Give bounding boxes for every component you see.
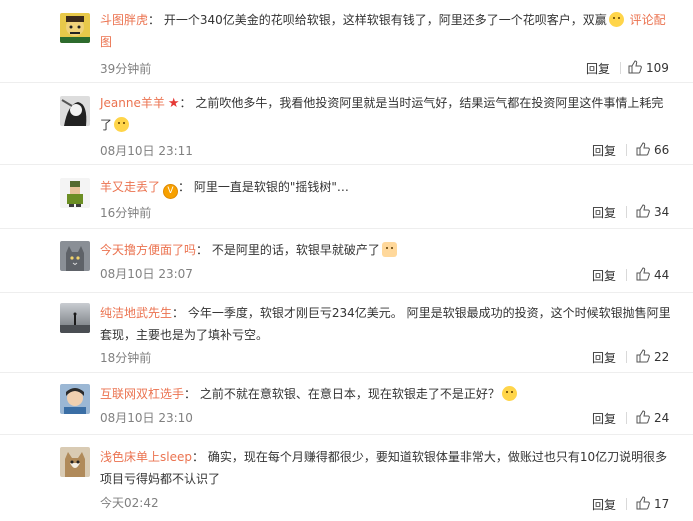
divider	[620, 62, 621, 74]
reply-button[interactable]: 回复	[592, 267, 616, 284]
like-button[interactable]: 66	[636, 142, 669, 157]
comment-time: 今天02:42	[100, 496, 159, 510]
avatar[interactable]	[60, 447, 90, 477]
like-count: 22	[654, 350, 670, 364]
avatar[interactable]	[60, 384, 90, 414]
comment-text: 阿里一直是软银的"摇钱树"…	[193, 180, 349, 194]
comment-item: Jeanne羊羊 ★： 之前吹他多牛，我看他投资阿里就是当时运气好，结果运气都在投…	[0, 83, 693, 165]
username-link[interactable]: 羊又走丢了	[100, 180, 160, 194]
reply-button[interactable]: 回复	[592, 349, 616, 366]
comment-item: 纯洁地武先生： 今年一季度，软银才刚巨亏234亿美元。 阿里是软银最成功的投资，…	[0, 293, 693, 373]
username-link[interactable]: 今天撸方便面了吗	[100, 243, 196, 257]
like-button[interactable]: 109	[628, 60, 669, 75]
avatar[interactable]	[60, 241, 90, 271]
comment-item: 羊又走丢了 V： 阿里一直是软银的"摇钱树"… 16分钟前 回复 34	[0, 165, 693, 229]
laugh-emoji-icon	[608, 12, 624, 27]
avatar[interactable]	[60, 96, 90, 126]
comment-time: 08月10日 23:07	[100, 267, 193, 281]
like-button[interactable]: 44	[636, 267, 669, 282]
reply-button[interactable]: 回复	[592, 410, 616, 427]
comment-content: 互联网双杠选手： 之前不就在意软银、在意日本，现在软银走了不是正好？	[100, 383, 673, 405]
like-count: 17	[654, 497, 670, 511]
comment-text: 不是阿里的话，软银早就破产了	[211, 243, 380, 257]
comment-content: 斗图胖虎： 开一个340亿美金的花呗给软银，这样软银有钱了，阿里还多了一个花呗客…	[100, 12, 666, 49]
username-link[interactable]: 纯洁地武先生	[100, 306, 172, 320]
like-button[interactable]: 17	[636, 496, 669, 511]
avatar[interactable]	[60, 178, 90, 208]
divider	[626, 498, 627, 510]
username-link[interactable]: Jeanne羊羊	[100, 96, 165, 110]
divider	[626, 206, 627, 218]
thumbs-up-icon	[636, 496, 650, 510]
fox-emoji-icon	[381, 242, 397, 257]
thumbs-up-icon	[636, 410, 650, 424]
star-badge-icon: ★	[167, 96, 180, 111]
divider	[626, 269, 627, 281]
thumbs-up-icon	[636, 267, 650, 281]
comment-time: 08月10日 23:10	[100, 411, 193, 425]
like-count: 34	[654, 205, 670, 219]
comment-list: 斗图胖虎： 开一个340亿美金的花呗给软银，这样软银有钱了，阿里还多了一个花呗客…	[0, 0, 693, 521]
like-count: 66	[654, 143, 670, 157]
comment-content: 今天撸方便面了吗： 不是阿里的话，软银早就破产了	[100, 239, 673, 261]
avatar[interactable]	[60, 13, 90, 43]
comment-text: 开一个340亿美金的花呗给软银，这样软银有钱了，阿里还多了一个花呗客户，双赢	[163, 13, 607, 27]
comment-content: 羊又走丢了 V： 阿里一直是软银的"摇钱树"…	[100, 176, 673, 199]
comment-item: 斗图胖虎： 开一个340亿美金的花呗给软银，这样软银有钱了，阿里还多了一个花呗客…	[0, 0, 693, 83]
comment-item: 今天撸方便面了吗： 不是阿里的话，软银早就破产了 08月10日 23:07 回复…	[0, 229, 693, 293]
like-button[interactable]: 22	[636, 349, 669, 364]
like-count: 24	[654, 411, 670, 425]
comment-content: 纯洁地武先生： 今年一季度，软银才刚巨亏234亿美元。 阿里是软银最成功的投资，…	[100, 306, 671, 342]
comment-content: Jeanne羊羊 ★： 之前吹他多牛，我看他投资阿里就是当时运气好，结果运气都在投…	[100, 96, 664, 132]
reply-button[interactable]: 回复	[586, 60, 610, 77]
thumbs-up-icon	[628, 60, 642, 74]
avatar[interactable]	[60, 303, 90, 333]
username-link[interactable]: 浅色床单上sleep	[100, 450, 192, 464]
reply-button[interactable]: 回复	[592, 142, 616, 159]
thumbs-up-icon	[636, 142, 650, 156]
reply-button[interactable]: 回复	[592, 204, 616, 221]
comment-text: 之前不就在意软银、在意日本，现在软银走了不是正好？	[199, 387, 500, 401]
verified-badge-icon: V	[163, 184, 179, 199]
smirk-emoji-icon	[114, 117, 130, 132]
like-button[interactable]: 24	[636, 410, 669, 425]
reply-button[interactable]: 回复	[592, 496, 616, 513]
comment-time: 18分钟前	[100, 351, 152, 365]
thinking-emoji-icon	[501, 386, 517, 401]
comment-time: 08月10日 23:11	[100, 144, 193, 158]
divider	[626, 351, 627, 363]
like-count: 44	[654, 268, 670, 282]
like-button[interactable]: 34	[636, 204, 669, 219]
divider	[626, 412, 627, 424]
username-link[interactable]: 斗图胖虎	[100, 13, 148, 27]
comment-item: 浅色床单上sleep： 确实，现在每个月赚得都很少，要知道软银体量非常大，做账过…	[0, 435, 693, 521]
thumbs-up-icon	[636, 349, 650, 363]
divider	[626, 144, 627, 156]
comment-time: 16分钟前	[100, 206, 152, 220]
thumbs-up-icon	[636, 204, 650, 218]
comment-text: 今年一季度，软银才刚巨亏234亿美元。 阿里是软银最成功的投资，这个时候软银抛售…	[100, 306, 671, 342]
comment-item: 互联网双杠选手： 之前不就在意软银、在意日本，现在软银走了不是正好？ 08月10…	[0, 373, 693, 435]
username-link[interactable]: 互联网双杠选手	[100, 387, 184, 401]
like-count: 109	[646, 61, 669, 75]
comment-content: 浅色床单上sleep： 确实，现在每个月赚得都很少，要知道软银体量非常大，做账过…	[100, 450, 668, 486]
comment-time: 39分钟前	[100, 62, 152, 76]
